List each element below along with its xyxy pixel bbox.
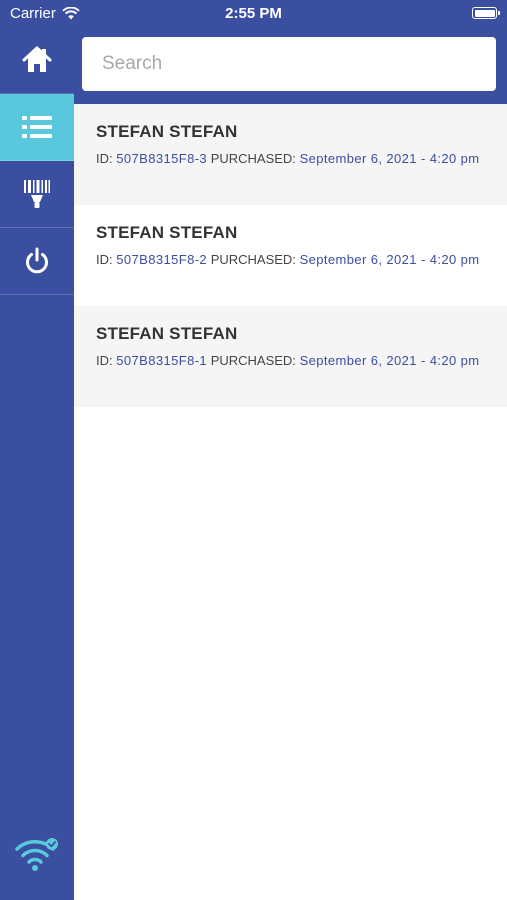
order-meta: ID: 507B8315F8-2 PURCHASED: September 6,…: [96, 251, 485, 268]
list-icon: [22, 116, 52, 138]
order-id: 507B8315F8-3: [116, 151, 208, 166]
sidebar-item-orders[interactable]: [0, 94, 74, 161]
barcode-scanner-icon: [24, 180, 50, 208]
sidebar-item-scan[interactable]: [0, 161, 74, 228]
status-bar: Carrier 2:55 PM: [0, 0, 507, 27]
order-id: 507B8315F8-2: [116, 252, 208, 267]
purchase-date: September 6, 2021 - 4:20 pm: [299, 151, 480, 166]
clock: 2:55 PM: [225, 5, 282, 22]
purchased-label: PURCHASED:: [210, 252, 296, 267]
id-label: ID:: [96, 151, 113, 166]
purchased-label: PURCHASED:: [210, 151, 296, 166]
order-id: 507B8315F8-1: [116, 353, 208, 368]
purchased-label: PURCHASED:: [210, 353, 296, 368]
order-meta: ID: 507B8315F8-1 PURCHASED: September 6,…: [96, 352, 485, 369]
power-icon: [26, 247, 48, 274]
purchase-date: September 6, 2021 - 4:20 pm: [299, 252, 480, 267]
order-meta: ID: 507B8315F8-3 PURCHASED: September 6,…: [96, 150, 485, 167]
list-item[interactable]: STEFAN STEFAN ID: 507B8315F8-2 PURCHASED…: [74, 205, 507, 306]
id-label: ID:: [96, 252, 113, 267]
sidebar-item-home[interactable]: [0, 27, 74, 94]
list-item[interactable]: STEFAN STEFAN ID: 507B8315F8-3 PURCHASED…: [74, 104, 507, 205]
order-list: STEFAN STEFAN ID: 507B8315F8-3 PURCHASED…: [74, 104, 507, 407]
purchase-date: September 6, 2021 - 4:20 pm: [299, 353, 480, 368]
customer-name: STEFAN STEFAN: [96, 122, 238, 141]
battery-icon: [472, 7, 500, 19]
wifi-connected-icon: [15, 838, 58, 871]
customer-name: STEFAN STEFAN: [96, 223, 238, 242]
list-item[interactable]: STEFAN STEFAN ID: 507B8315F8-1 PURCHASED…: [74, 306, 507, 407]
customer-name: STEFAN STEFAN: [96, 324, 238, 343]
id-label: ID:: [96, 353, 113, 368]
header: [74, 27, 507, 104]
home-icon: [22, 46, 52, 72]
search-input[interactable]: [82, 37, 496, 91]
sidebar-item-logout[interactable]: [0, 228, 74, 295]
sidebar: [0, 27, 74, 900]
